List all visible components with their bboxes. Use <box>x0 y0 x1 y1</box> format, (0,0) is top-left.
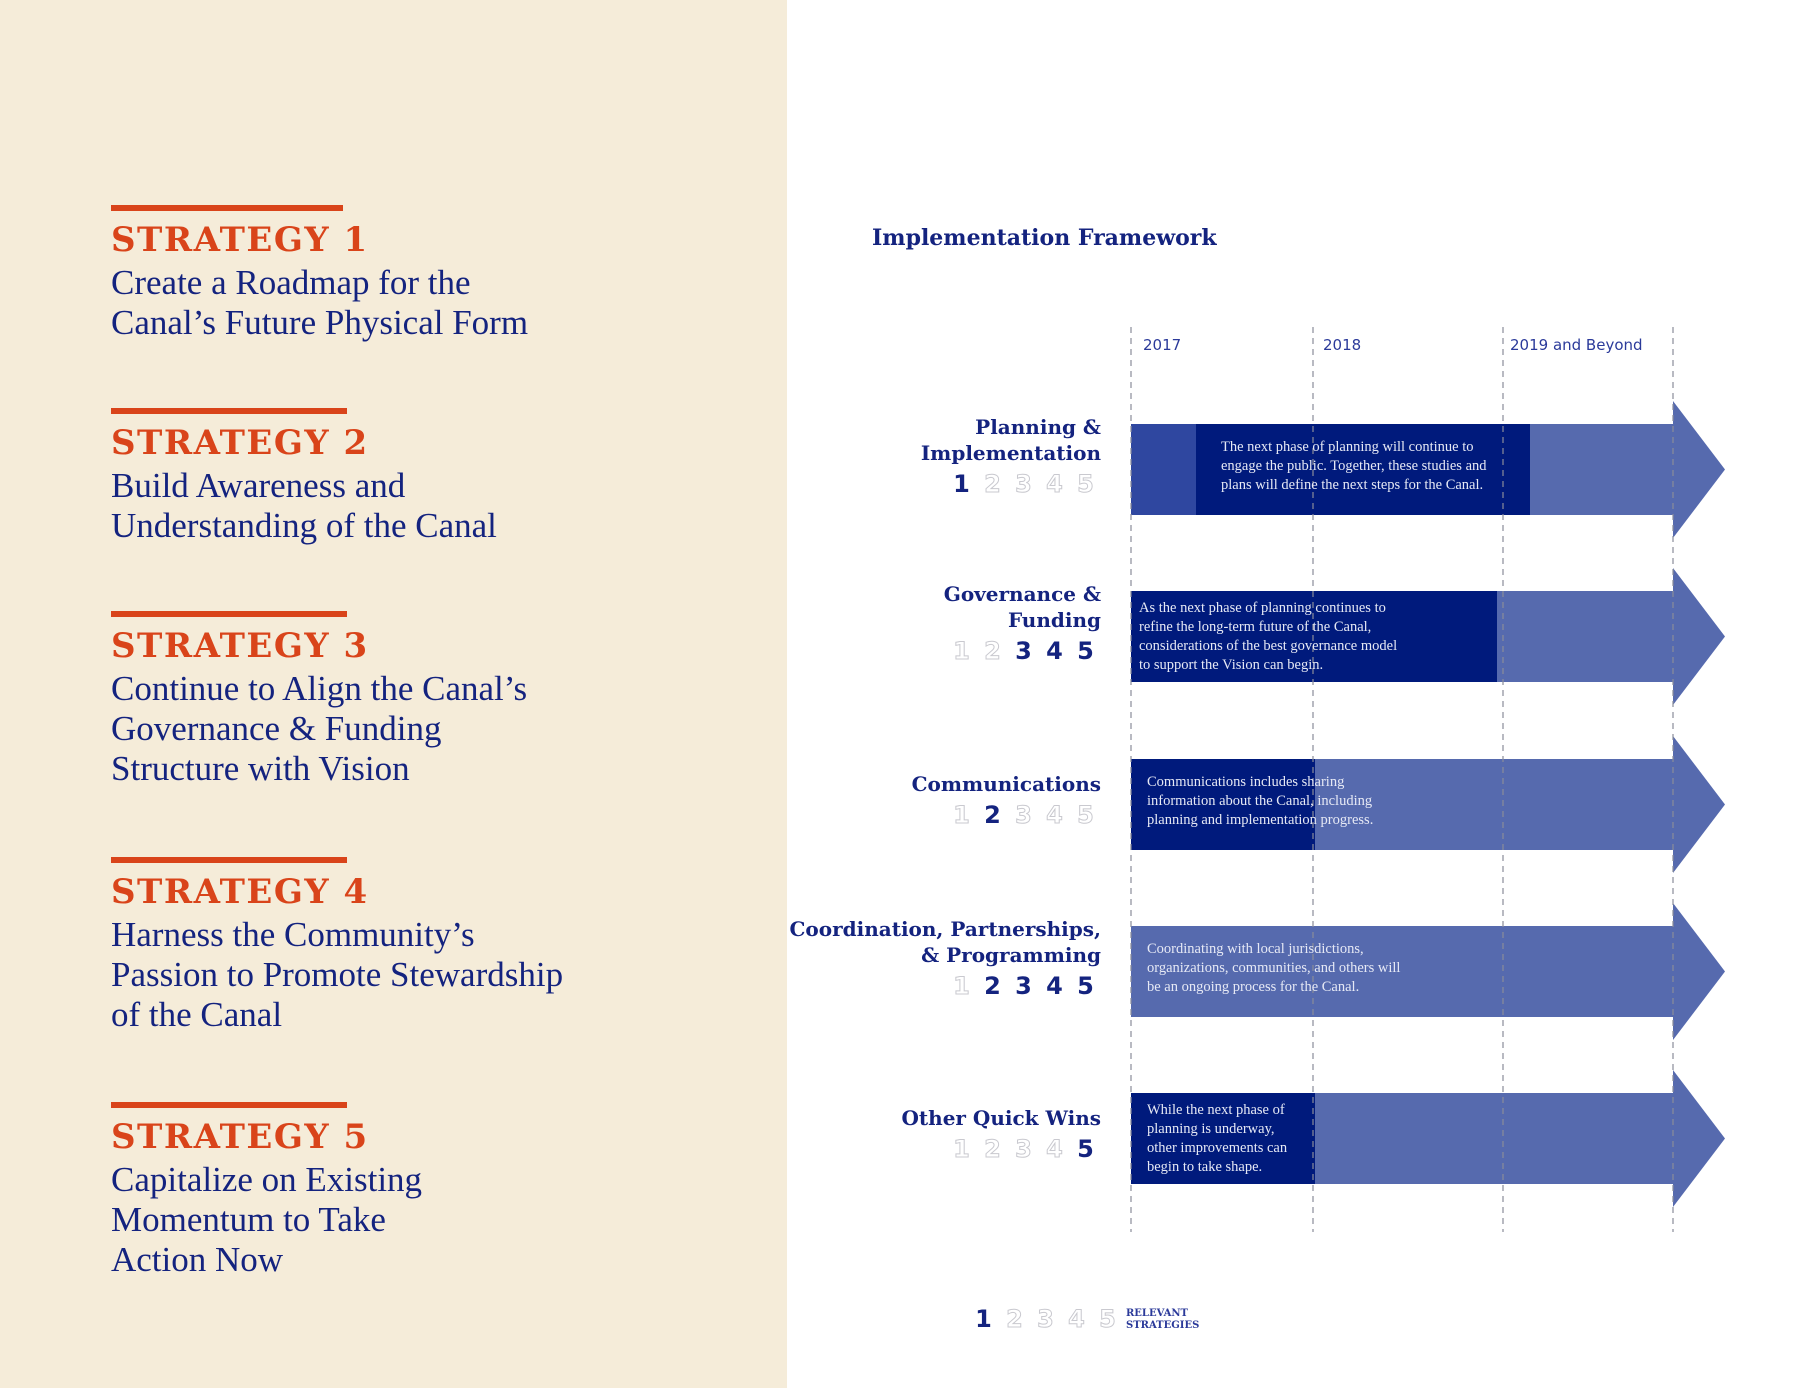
arrowhead-5 <box>1673 1070 1725 1207</box>
row-label-line: Funding <box>1007 608 1101 632</box>
strategy-number-3: 3 <box>1015 637 1032 665</box>
row-description-line: planning and implementation progress. <box>1147 812 1374 828</box>
row-description-line: planning is underway, <box>1147 1121 1275 1137</box>
relevant-strategy-numbers: 12345 <box>946 1135 1101 1164</box>
row-description-line: to support the Vision can begin. <box>1139 657 1324 673</box>
row-description-line: be an ongoing process for the Canal. <box>1147 979 1360 995</box>
row-label-line: & Programming <box>921 943 1101 967</box>
row-label-line: Implementation <box>920 441 1101 465</box>
strategy-number-4: 4 <box>1046 1135 1064 1164</box>
strategy-number-1: 1 <box>953 801 971 830</box>
strategy-number-5: 5 <box>1077 972 1094 1000</box>
strategy-number-4: 4 <box>1046 637 1063 665</box>
legend-number-2: 2 <box>1006 1305 1024 1334</box>
bar-segment <box>1131 424 1196 515</box>
row-description: Communications includes sharing informati… <box>1147 773 1373 830</box>
row-label: Coordination, Partnerships, & Programming <box>789 916 1101 968</box>
row-description-line: While the next phase of <box>1147 1102 1285 1118</box>
strategy-number-2: 2 <box>984 470 1002 499</box>
strategy-number-4: 4 <box>1046 801 1064 830</box>
row-label-line: Communications <box>911 772 1101 796</box>
row-description-line: other improvements can <box>1147 1140 1288 1156</box>
row-description-line: Coordinating with local jurisdictions, <box>1147 941 1364 957</box>
strategy-number-1: 1 <box>953 637 971 666</box>
row-description-line: As the next phase of planning continues … <box>1139 600 1386 616</box>
strategy-number-2: 2 <box>984 801 1001 829</box>
row-description: Coordinating with local jurisdictions, or… <box>1147 940 1400 997</box>
legend-label-line: RELEVANT <box>1126 1308 1188 1319</box>
strategy-number-1: 1 <box>953 1135 971 1164</box>
row-description-line: engage the public. Together, these studi… <box>1221 458 1487 474</box>
row-label: Planning & Implementation <box>921 414 1101 466</box>
strategy-number-3: 3 <box>1015 1135 1033 1164</box>
row-label: Communications <box>912 771 1101 797</box>
row-label: Governance & Funding <box>944 581 1101 633</box>
row-label: Other Quick Wins <box>902 1105 1102 1131</box>
bar-segment <box>1315 1093 1673 1184</box>
bar-segment <box>1530 424 1673 515</box>
row-label-line: Planning & <box>975 415 1101 439</box>
row-description: As the next phase of planning continues … <box>1139 599 1397 675</box>
row-description-line: organizations, communities, and others w… <box>1147 960 1401 976</box>
strategy-number-3: 3 <box>1015 470 1033 499</box>
row-description-line: considerations of the best governance mo… <box>1139 638 1398 654</box>
strategy-number-3: 3 <box>1015 972 1032 1000</box>
strategy-number-2: 2 <box>984 637 1002 666</box>
arrowhead-4 <box>1673 903 1725 1040</box>
bar-segment <box>1497 591 1673 682</box>
row-description-line: refine the long-term future of the Canal… <box>1139 619 1372 635</box>
strategy-number-5: 5 <box>1077 1135 1094 1163</box>
legend-number-3: 3 <box>1037 1305 1055 1334</box>
legend-label-line: STRATEGIES <box>1126 1320 1200 1331</box>
row-label-line: Coordination, Partnerships, <box>789 917 1101 941</box>
relevant-strategy-numbers: 12345 <box>946 801 1101 830</box>
strategy-number-4: 4 <box>1046 972 1063 1000</box>
row-description-line: information about the Canal, including <box>1147 793 1373 809</box>
strategy-number-1: 1 <box>953 470 970 498</box>
row-label-line: Governance & <box>943 582 1101 606</box>
row-description: The next phase of planning will continue… <box>1221 438 1487 495</box>
row-description-line: The next phase of planning will continue… <box>1221 439 1474 455</box>
strategy-number-5: 5 <box>1077 470 1095 499</box>
arrowhead-3 <box>1673 736 1725 873</box>
relevant-strategies-legend: 12345 RELEVANT STRATEGIES <box>968 1305 1199 1334</box>
arrowhead-2 <box>1673 568 1725 705</box>
row-description-line: Communications includes sharing <box>1147 774 1345 790</box>
row-description-line: plans will define the next steps for the… <box>1221 477 1484 493</box>
strategy-number-1: 1 <box>953 972 971 1001</box>
strategy-number-2: 2 <box>984 1135 1002 1164</box>
row-label-line: Other Quick Wins <box>901 1106 1102 1130</box>
row-description: While the next phase of planning is under… <box>1147 1101 1287 1177</box>
relevant-strategy-numbers: 12345 <box>946 637 1101 666</box>
legend-number-1: 1 <box>975 1305 992 1333</box>
relevant-strategy-numbers: 12345 <box>946 470 1101 499</box>
relevant-strategy-numbers: 12345 <box>946 972 1101 1001</box>
strategy-number-2: 2 <box>984 972 1001 1000</box>
legend-label: RELEVANT STRATEGIES <box>1126 1308 1216 1332</box>
implementation-timeline <box>1130 327 1725 1232</box>
strategy-number-5: 5 <box>1077 801 1095 830</box>
arrowhead-1 <box>1673 401 1725 538</box>
strategy-number-5: 5 <box>1077 637 1094 665</box>
legend-number-5: 5 <box>1099 1305 1117 1334</box>
row-description-line: begin to take shape. <box>1147 1159 1263 1175</box>
legend-number-4: 4 <box>1068 1305 1086 1334</box>
strategy-number-3: 3 <box>1015 801 1033 830</box>
strategy-number-4: 4 <box>1046 470 1064 499</box>
